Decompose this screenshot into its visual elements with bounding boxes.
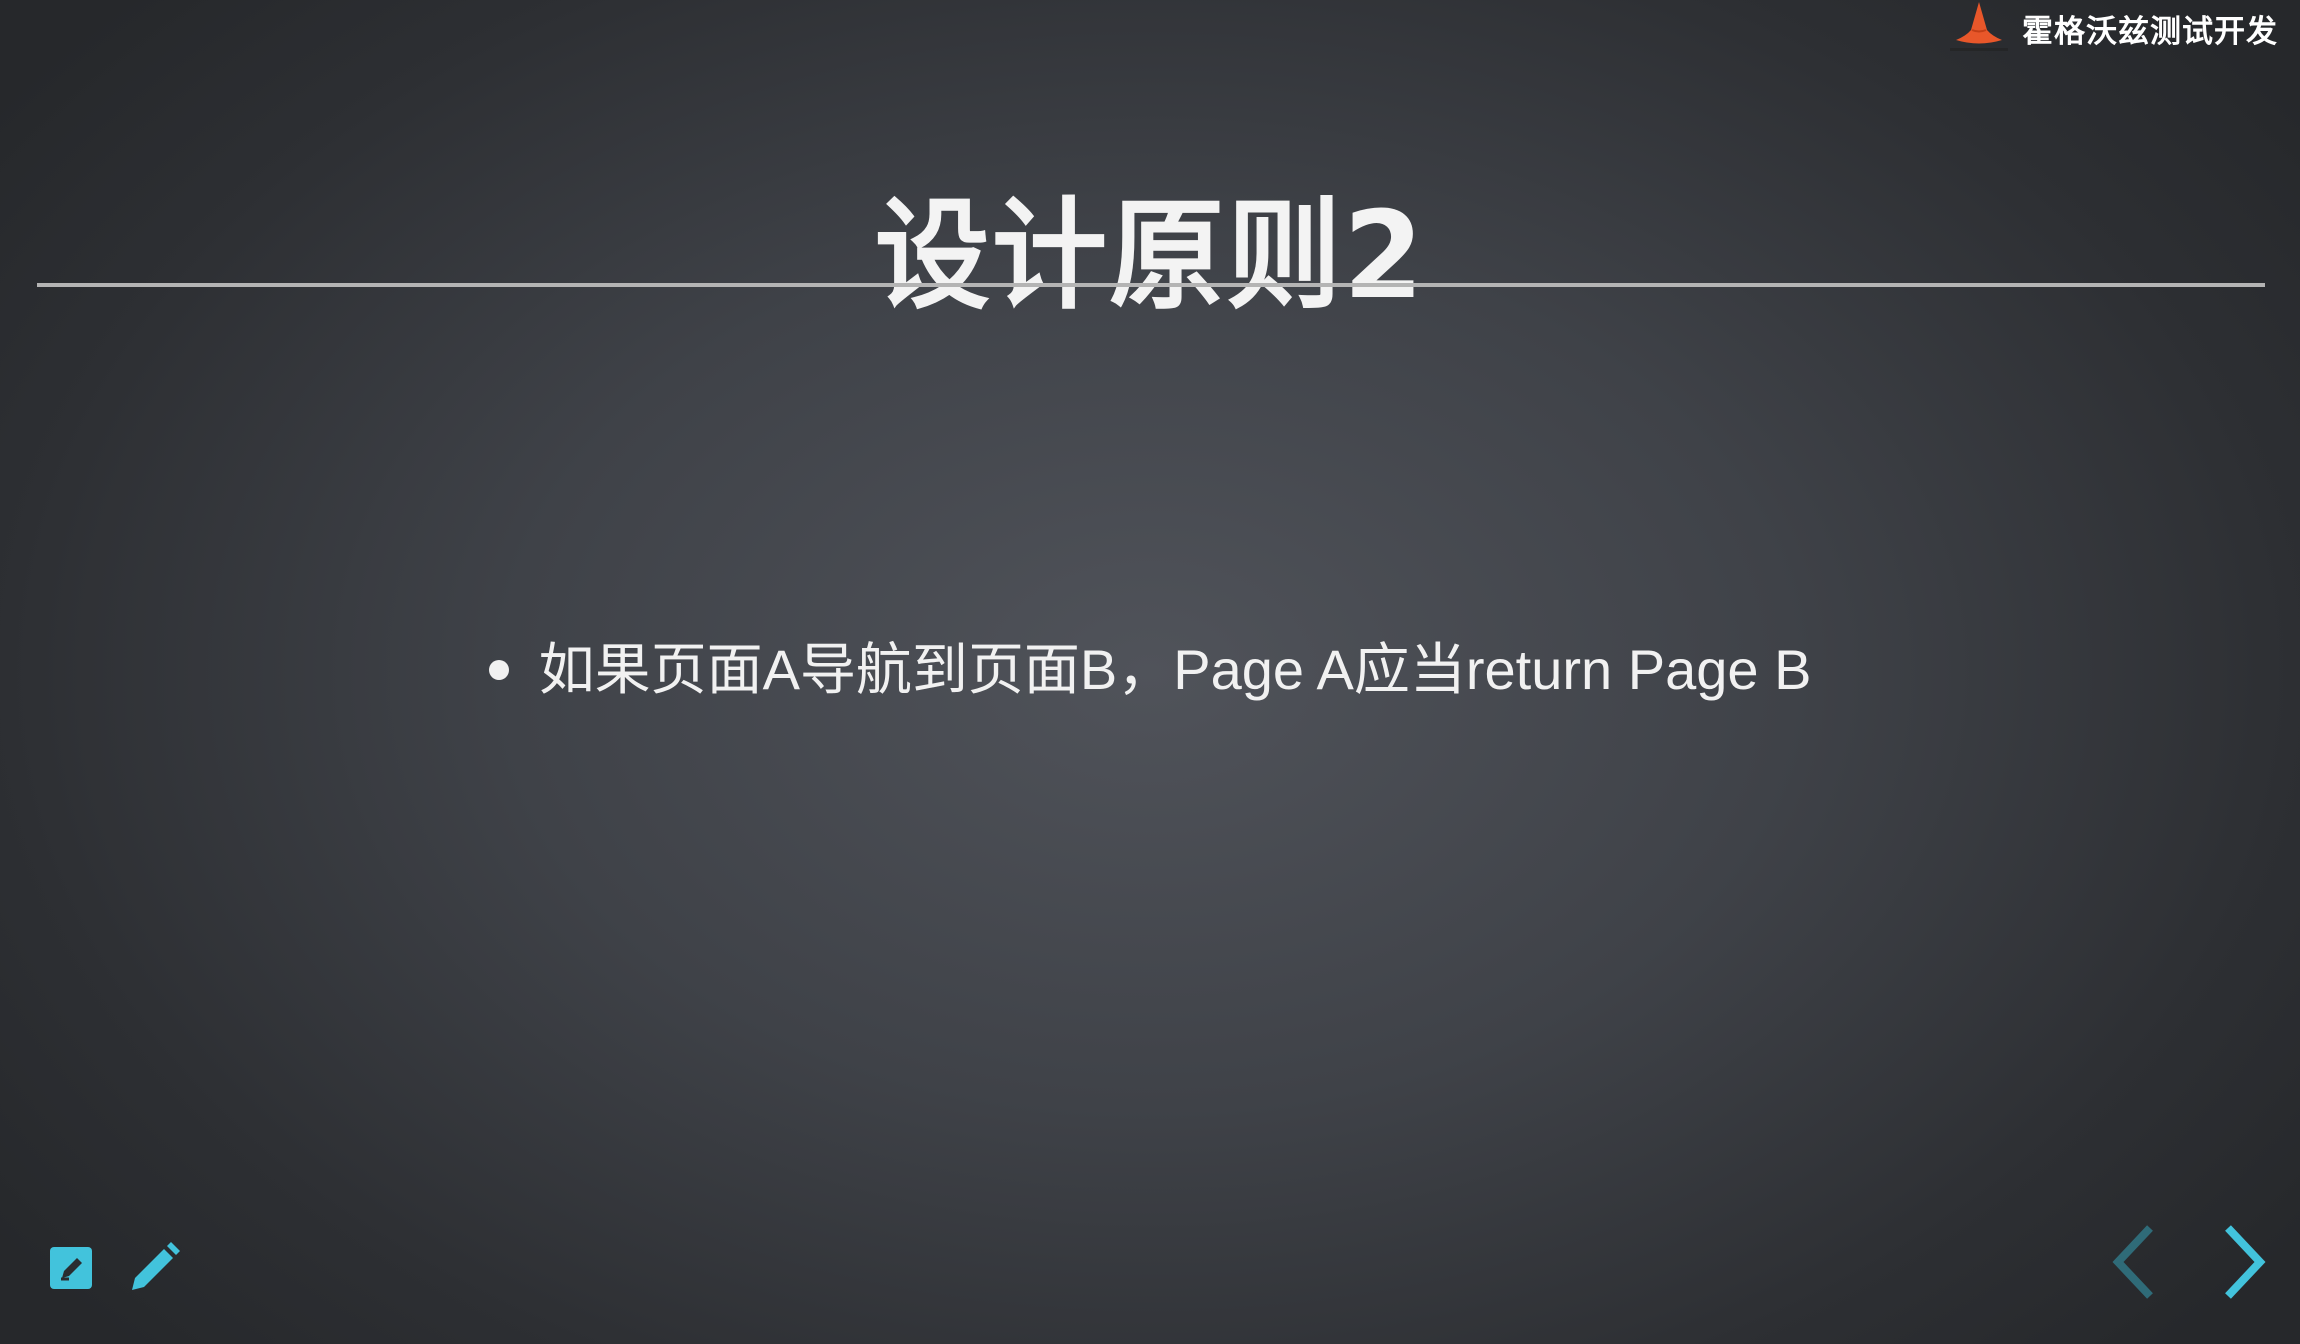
brand-header: 霍格沃兹测试开发 (1946, 0, 2278, 56)
wizard-hat-icon (1946, 0, 2012, 56)
prev-slide-button[interactable] (2106, 1222, 2162, 1302)
bullet-item: 如果页面A导航到页面B，Page A应当return Page B (488, 630, 1812, 710)
slide-title: 设计原则2 (874, 187, 1426, 327)
bullet-list: 如果页面A导航到页面B，Page A应当return Page B (0, 630, 2300, 710)
slide: 霍格沃兹测试开发 设计原则2 如果页面A导航到页面B，Page A应当retur… (0, 0, 2300, 1344)
bullet-dot (488, 660, 509, 680)
edit-note-icon (50, 1247, 92, 1289)
chevron-right-icon (2225, 1225, 2266, 1299)
pencil-icon (132, 1242, 180, 1290)
edit-note-button[interactable] (48, 1245, 94, 1291)
pencil-button[interactable] (126, 1240, 182, 1296)
title-divider (37, 283, 2265, 287)
chevron-left-icon (2112, 1225, 2153, 1299)
brand-name: 霍格沃兹测试开发 (2022, 13, 2278, 50)
next-slide-button[interactable] (2216, 1222, 2272, 1302)
bullet-text: 如果页面A导航到页面B，Page A应当return Page B (538, 638, 1812, 701)
